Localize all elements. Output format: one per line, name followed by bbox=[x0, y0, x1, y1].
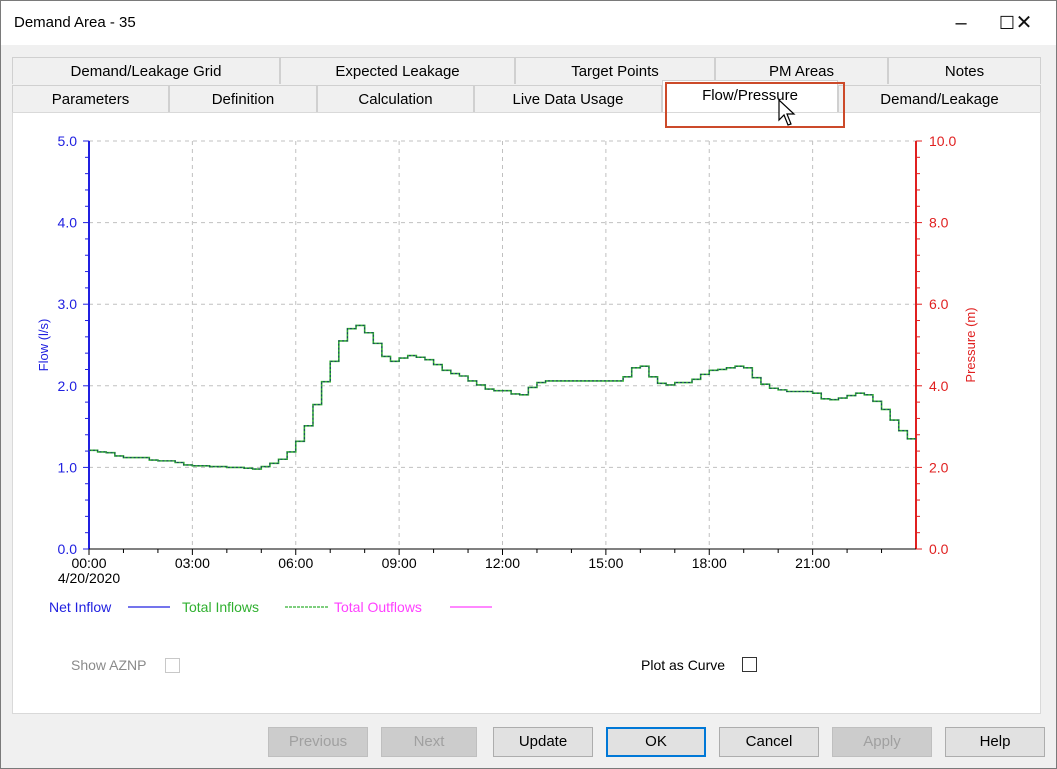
legend: Net Inflow Total Inflows Total Outflows bbox=[49, 599, 492, 615]
left-tick-label: 3.0 bbox=[58, 296, 78, 312]
help-button[interactable]: Help bbox=[945, 727, 1045, 757]
x-tick-label: 00:00 bbox=[71, 555, 106, 571]
x-tick-label: 09:00 bbox=[382, 555, 417, 571]
legend-total-inflows: Total Inflows bbox=[182, 599, 259, 615]
x-tick-label: 21:00 bbox=[795, 555, 830, 571]
right-tick-label: 8.0 bbox=[929, 215, 949, 231]
left-tick-label: 2.0 bbox=[58, 378, 78, 394]
right-axis-label: Pressure (m) bbox=[963, 307, 978, 382]
legend-total-outflows: Total Outflows bbox=[334, 599, 422, 615]
cancel-button[interactable]: Cancel bbox=[719, 727, 819, 757]
left-tick-label: 4.0 bbox=[58, 215, 78, 231]
tab-highlight-box bbox=[665, 82, 845, 128]
legend-net-inflow: Net Inflow bbox=[49, 599, 112, 615]
x-tick-label: 06:00 bbox=[278, 555, 313, 571]
left-tick-label: 1.0 bbox=[58, 459, 78, 475]
apply-button[interactable]: Apply bbox=[832, 727, 932, 757]
left-tick-label: 5.0 bbox=[58, 133, 78, 149]
x-tick-label: 15:00 bbox=[588, 555, 623, 571]
right-tick-label: 6.0 bbox=[929, 296, 949, 312]
left-axis-label: Flow (l/s) bbox=[36, 319, 51, 372]
x-tick-label: 12:00 bbox=[485, 555, 520, 571]
right-tick-label: 10.0 bbox=[929, 133, 956, 149]
plot-as-curve-checkbox[interactable] bbox=[742, 657, 757, 672]
x-tick-label: 03:00 bbox=[175, 555, 210, 571]
ok-button[interactable]: OK bbox=[606, 727, 706, 757]
right-tick-label: 4.0 bbox=[929, 378, 949, 394]
show-aznp-label: Show AZNP bbox=[71, 657, 147, 673]
plot-as-curve-label: Plot as Curve bbox=[641, 657, 726, 673]
x-tick-label: 18:00 bbox=[692, 555, 727, 571]
previous-button[interactable]: Previous bbox=[268, 727, 368, 757]
right-tick-label: 0.0 bbox=[929, 541, 949, 557]
next-button[interactable]: Next bbox=[381, 727, 477, 757]
x-date-label: 4/20/2020 bbox=[58, 570, 120, 586]
update-button[interactable]: Update bbox=[493, 727, 593, 757]
flow-pressure-chart: 0.0 0.01.0 2.02.0 4.03.0 6.04.0 8.05.0 10.000:… bbox=[36, 133, 978, 615]
mouse-cursor-icon bbox=[778, 99, 796, 126]
show-aznp-checkbox[interactable] bbox=[165, 658, 180, 673]
right-tick-label: 2.0 bbox=[929, 459, 949, 475]
